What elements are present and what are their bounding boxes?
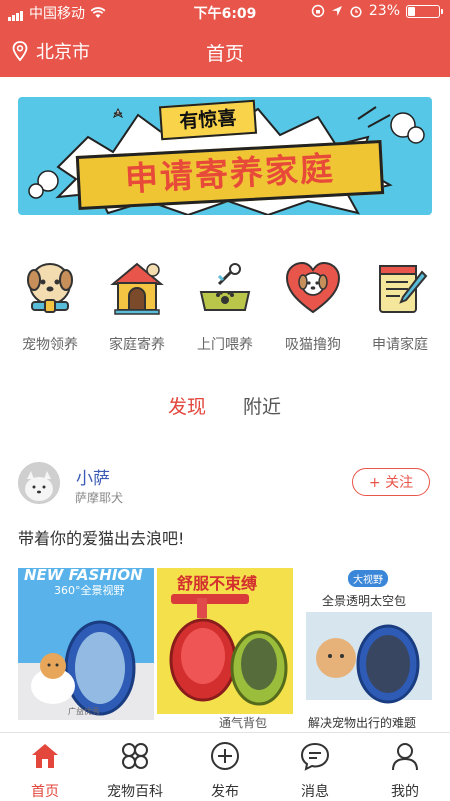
banner-subtitle: 有惊喜 bbox=[158, 99, 258, 141]
lock-rotation-icon bbox=[311, 4, 325, 18]
category-family-boarding[interactable]: 家庭寄养 bbox=[92, 258, 182, 354]
category-pet-cuddle[interactable]: 吸猫撸狗 bbox=[268, 258, 358, 354]
tab-pet-encyclopedia[interactable]: 宠物百科 bbox=[90, 741, 180, 801]
category-apply-family[interactable]: 申请家庭 bbox=[355, 258, 445, 354]
category-label: 申请家庭 bbox=[372, 337, 428, 353]
post-photo[interactable]: 大视野 全景透明太空包 解决宠物出行的难题 bbox=[296, 568, 432, 730]
alarm-icon bbox=[350, 6, 362, 18]
post-photo[interactable]: NEW FASHION 360°全景视野 广益优秀 bbox=[18, 568, 154, 730]
form-pencil-icon bbox=[379, 265, 428, 313]
tab-discover[interactable]: 发现 bbox=[168, 392, 206, 419]
location-arrow-icon bbox=[331, 6, 342, 16]
plus-circle-icon bbox=[211, 742, 239, 770]
dog-house-icon bbox=[110, 262, 164, 315]
category-pet-adoption[interactable]: 宠物领养 bbox=[5, 258, 95, 354]
category-grid: 宠物领养 家庭寄养 上门喂养 吸猫撸狗 申请家庭 bbox=[0, 258, 450, 358]
tab-label: 首页 bbox=[31, 784, 59, 800]
category-label: 家庭寄养 bbox=[109, 337, 165, 353]
food-bowl-icon bbox=[199, 263, 251, 311]
tab-label: 宠物百科 bbox=[107, 784, 163, 800]
tab-publish[interactable]: 发布 bbox=[180, 741, 270, 801]
follow-button[interactable]: + 关注 bbox=[352, 468, 430, 496]
tab-label: 我的 bbox=[391, 784, 419, 800]
tab-messages[interactable]: 消息 bbox=[270, 741, 360, 801]
tab-label: 消息 bbox=[301, 784, 329, 800]
post-username[interactable]: 小萨 bbox=[76, 464, 110, 489]
category-home-feeding[interactable]: 上门喂养 bbox=[180, 258, 270, 354]
photo-footer: 解决宠物出行的难题 bbox=[308, 716, 417, 730]
chat-bubble-icon bbox=[300, 742, 330, 771]
tab-label: 发布 bbox=[211, 784, 239, 800]
tab-profile[interactable]: 我的 bbox=[360, 741, 450, 801]
app-header: 中国移动 下午6:09 23% 北京市 首页 bbox=[0, 0, 450, 77]
category-label: 宠物领养 bbox=[22, 337, 78, 353]
battery-percent: 23% bbox=[368, 3, 400, 19]
avatar[interactable] bbox=[18, 462, 60, 504]
battery-icon bbox=[406, 4, 443, 18]
photo-title: 全景透明太空包 bbox=[322, 594, 407, 608]
feed-tabs: 发现 附近 bbox=[0, 392, 450, 422]
page-title: 首页 bbox=[205, 43, 244, 65]
category-label: 上门喂养 bbox=[197, 337, 253, 353]
home-icon bbox=[32, 744, 58, 768]
photo-footer: 通气背包 bbox=[219, 716, 268, 730]
photo-subtitle: 360°全景视野 bbox=[54, 584, 125, 597]
category-label: 吸猫撸狗 bbox=[285, 337, 341, 353]
dog-face-icon bbox=[27, 263, 73, 313]
post-breed: 萨摩耶犬 bbox=[75, 491, 124, 505]
tab-home[interactable]: 首页 bbox=[0, 741, 90, 801]
photo-title: 舒服不束缚 bbox=[177, 574, 258, 593]
status-bar: 中国移动 下午6:09 23% bbox=[0, 0, 450, 24]
map-pin-icon bbox=[12, 41, 28, 61]
bottom-tab-bar: 首页 宠物百科 发布 消息 我的 bbox=[0, 732, 450, 801]
post-photo-grid: NEW FASHION 360°全景视野 广益优秀 舒服不束缚 通气背包 大视野… bbox=[18, 568, 432, 730]
photo-badge: 大视野 bbox=[348, 570, 388, 587]
nav-bar: 北京市 首页 bbox=[0, 30, 450, 74]
location-label: 北京市 bbox=[36, 42, 90, 63]
user-icon bbox=[392, 743, 418, 771]
location-selector[interactable]: 北京市 bbox=[12, 38, 90, 64]
circles-grid-icon bbox=[122, 743, 148, 769]
photo-footer: 广益优秀 bbox=[68, 707, 100, 716]
post-photo[interactable]: 舒服不束缚 通气背包 bbox=[157, 568, 293, 730]
heart-pet-icon bbox=[285, 261, 341, 314]
post-caption: 带着你的爱猫出去浪吧! bbox=[18, 529, 185, 548]
tab-nearby[interactable]: 附近 bbox=[243, 392, 281, 419]
samoyed-avatar-image bbox=[19, 463, 59, 503]
